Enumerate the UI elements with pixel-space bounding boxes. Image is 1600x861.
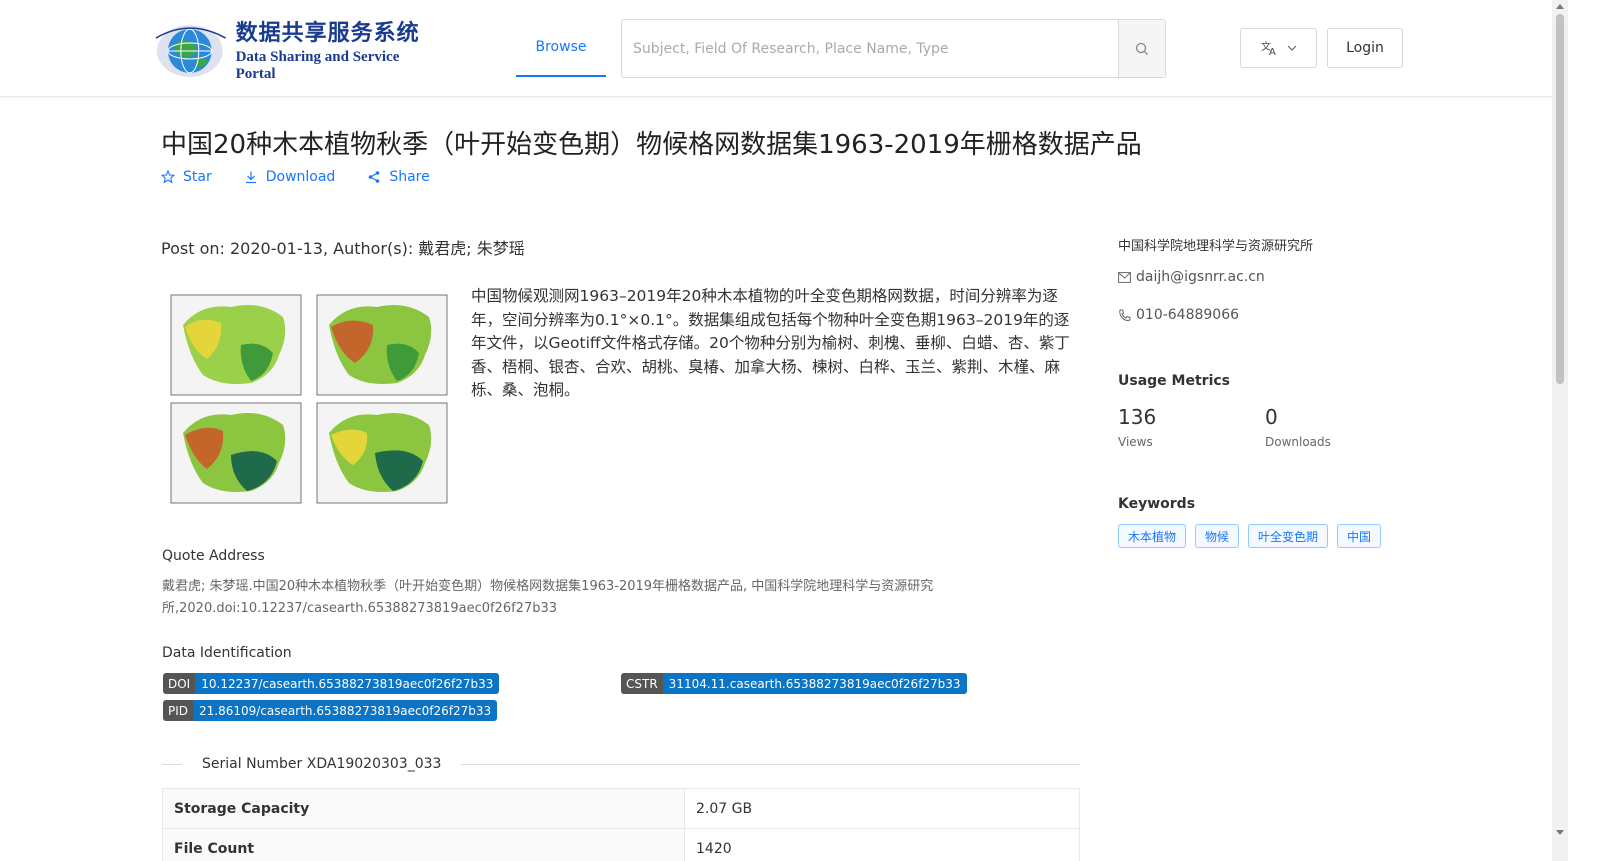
scroll-thumb[interactable] <box>1556 14 1564 384</box>
keyword-tag[interactable]: 中国 <box>1337 524 1382 548</box>
svg-text:A: A <box>1269 47 1276 56</box>
table-row: Storage Capacity 2.07 GB <box>162 788 1080 829</box>
map-panel <box>170 402 302 504</box>
search-icon <box>1135 42 1148 55</box>
serial-number: Serial Number XDA19020303_033 <box>202 756 442 772</box>
page-scrollbar[interactable] <box>1552 0 1568 861</box>
keywords-title: Keywords <box>1118 496 1196 512</box>
table-row: File Count 1420 <box>162 828 1080 861</box>
quote-address-title: Quote Address <box>162 548 265 564</box>
star-icon <box>161 170 175 184</box>
site-logo[interactable]: 数据共享服务系统 Data Sharing and Service Portal <box>152 20 442 82</box>
usage-metrics-title: Usage Metrics <box>1118 373 1230 389</box>
contact-phone-text: 010-64889066 <box>1136 307 1240 323</box>
map-panel <box>316 294 448 396</box>
organization-name: 中国科学院地理科学与资源研究所 <box>1118 239 1314 254</box>
download-icon <box>245 171 256 184</box>
dataset-actions: Star Download Share <box>161 169 430 185</box>
scroll-down-arrow-icon[interactable] <box>1556 830 1564 835</box>
keyword-tag[interactable]: 木本植物 <box>1118 524 1187 548</box>
contact-email-text: daijh@igsnrr.ac.cn <box>1136 269 1265 285</box>
share-button[interactable]: Share <box>367 169 430 185</box>
dataset-description: 中国物候观测网1963–2019年20种木本植物的叶全变色期格网数据，时间分辨率… <box>471 287 1070 400</box>
globe-logo-icon <box>155 25 226 77</box>
cstr-badge-value: 31104.11.casearth.65388273819aec0f26f27b… <box>662 673 967 694</box>
star-label: Star <box>183 169 212 185</box>
cstr-badge[interactable]: CSTR 31104.11.casearth.65388273819aec0f2… <box>621 673 967 694</box>
map-panel <box>316 402 448 504</box>
doi-badge-key: DOI <box>163 673 196 694</box>
phone-icon <box>1119 309 1131 321</box>
post-info: Post on: 2020-01-13, Author(s): 戴君虎; 朱梦瑶 <box>161 239 525 258</box>
table-cell-key: Storage Capacity <box>162 788 685 829</box>
search-button[interactable] <box>1118 20 1165 77</box>
star-button[interactable]: Star <box>161 169 212 185</box>
download-button[interactable]: Download <box>244 169 336 185</box>
nav-browse[interactable]: Browse <box>516 20 606 77</box>
table-cell-key: File Count <box>162 828 685 861</box>
dataset-thumbnail-image[interactable] <box>161 285 457 509</box>
table-cell-value: 1420 <box>684 828 1080 861</box>
views-metric: 136 Views <box>1118 405 1156 449</box>
pid-badge-key: PID <box>163 700 194 721</box>
scroll-up-arrow-icon[interactable] <box>1556 4 1564 9</box>
dataset-info-table: Storage Capacity 2.07 GB File Count 1420 <box>162 788 1080 861</box>
search-input[interactable] <box>622 20 1118 77</box>
doi-badge-value: 10.12237/casearth.65388273819aec0f26f27b… <box>195 673 500 694</box>
login-button[interactable]: Login <box>1327 28 1403 68</box>
cstr-badge-key: CSTR <box>621 673 663 694</box>
data-identification-title: Data Identification <box>162 645 292 661</box>
keyword-tag[interactable]: 叶全变色期 <box>1248 524 1329 548</box>
contact-email[interactable]: daijh@igsnrr.ac.cn <box>1118 269 1265 285</box>
downloads-metric: 0 Downloads <box>1265 405 1331 449</box>
views-label: Views <box>1118 435 1153 449</box>
pid-badge-value: 21.86109/casearth.65388273819aec0f26f27b… <box>193 700 498 721</box>
downloads-label: Downloads <box>1265 435 1331 449</box>
quote-address-text: 戴君虎; 朱梦瑶.中国20种木本植物秋季（叶开始变色期）物候格网数据集1963-… <box>162 579 934 616</box>
language-switcher[interactable]: 文 A <box>1240 28 1317 68</box>
keyword-tag[interactable]: 物候 <box>1195 524 1240 548</box>
download-label: Download <box>265 169 336 185</box>
search-box <box>621 19 1166 78</box>
share-label: Share <box>389 169 430 185</box>
table-cell-value: 2.07 GB <box>684 788 1080 829</box>
share-icon <box>369 171 380 183</box>
mail-icon <box>1118 271 1131 283</box>
keyword-list: 木本植物 物候 叶全变色期 中国 <box>1118 524 1382 548</box>
contact-phone[interactable]: 010-64889066 <box>1118 307 1239 323</box>
page-title: 中国20种木本植物秋季（叶开始变色期）物候格网数据集1963-2019年栅格数据… <box>161 130 1142 160</box>
pid-badge[interactable]: PID 21.86109/casearth.65388273819aec0f26… <box>163 700 498 721</box>
logo-title-en: Data Sharing and Service Portal <box>235 49 400 82</box>
doi-badge[interactable]: DOI 10.12237/casearth.65388273819aec0f26… <box>163 673 500 694</box>
map-panel <box>170 294 302 396</box>
site-header: 数据共享服务系统 Data Sharing and Service Portal… <box>0 0 1552 97</box>
serial-number-divider: Serial Number XDA19020303_033 <box>162 752 1080 776</box>
translate-icon: 文 A <box>1261 40 1276 56</box>
logo-title-cn: 数据共享服务系统 <box>235 20 420 46</box>
chevron-down-icon <box>1287 45 1296 51</box>
downloads-count: 0 <box>1265 405 1278 429</box>
views-count: 136 <box>1118 405 1157 429</box>
